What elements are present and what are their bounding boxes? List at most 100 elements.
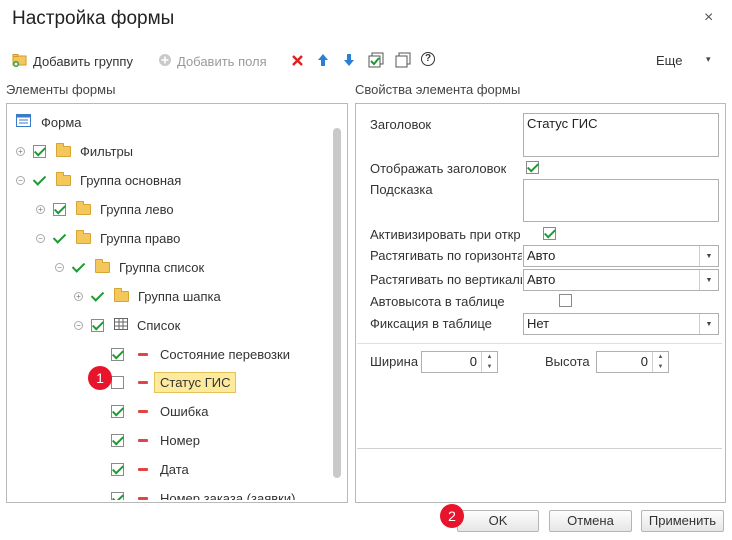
tree-row-number[interactable]: Номер — [111, 428, 200, 452]
plus-circle-icon — [158, 53, 172, 70]
element-checkbox[interactable] — [111, 433, 124, 447]
cancel-button[interactable]: Отмена — [549, 510, 632, 532]
autoheight-label: Автовысота в таблице — [370, 294, 505, 309]
height-spinner[interactable]: ▲ ▼ — [652, 352, 668, 372]
tree-row-main-group[interactable]: − Группа основная — [16, 168, 181, 192]
show-caption-checkbox[interactable] — [526, 161, 539, 174]
width-value: 0 — [469, 354, 477, 369]
autoheight-checkbox[interactable] — [559, 294, 573, 307]
width-spinner[interactable]: ▲ ▼ — [481, 352, 497, 372]
check-icon[interactable] — [90, 287, 105, 302]
folder-icon — [114, 287, 129, 302]
element-checkbox[interactable] — [91, 318, 104, 332]
tree-label: Форма — [41, 114, 82, 130]
dropdown-arrow-icon[interactable]: ▼ — [699, 270, 718, 290]
width-label: Ширина — [370, 354, 419, 369]
tree-row-list-group[interactable]: − Группа список — [55, 255, 204, 279]
close-icon[interactable]: × — [704, 9, 713, 27]
left-panel-title: Элементы формы — [6, 82, 116, 97]
tree-row-filters[interactable]: + Фильтры — [16, 139, 133, 163]
spin-down-icon[interactable]: ▼ — [487, 364, 493, 370]
height-value: 0 — [640, 354, 648, 369]
element-checkbox[interactable] — [111, 491, 124, 500]
tree-row-gis-status[interactable]: Статус ГИС — [111, 370, 237, 394]
tree-row-header-group[interactable]: + Группа шапка — [74, 284, 221, 308]
fix-in-table-select[interactable]: Нет ▼ — [523, 313, 719, 335]
expand-icon[interactable]: + — [74, 291, 83, 301]
folder-icon — [76, 229, 91, 244]
annotation-badge-1: 1 — [88, 366, 112, 390]
add-group-button[interactable]: Добавить группу — [12, 53, 133, 70]
tree-label: Группа шапка — [138, 288, 221, 304]
more-arrow-icon[interactable]: ▾ — [706, 54, 711, 65]
tree-row-error[interactable]: Ошибка — [111, 399, 208, 423]
more-button[interactable]: Еще — [656, 53, 682, 68]
stretch-vertical-select[interactable]: Авто ▼ — [523, 269, 719, 291]
show-caption-label: Отображать заголовок — [370, 161, 507, 176]
check-icon[interactable] — [52, 229, 67, 244]
help-icon[interactable]: ? — [421, 52, 435, 66]
folder-icon — [56, 142, 71, 157]
dropdown-arrow-icon[interactable]: ▼ — [699, 314, 718, 334]
tree-label: Группа основная — [80, 172, 182, 188]
tree-label: Номер — [160, 432, 201, 448]
check-all-icon[interactable] — [368, 52, 384, 71]
activate-checkbox[interactable] — [542, 227, 556, 240]
caption-field[interactable]: Статус ГИС — [523, 113, 719, 157]
element-checkbox[interactable] — [111, 404, 124, 418]
tree-label: Состояние перевозки — [160, 346, 290, 362]
element-checkbox[interactable] — [111, 462, 124, 476]
check-icon[interactable] — [71, 258, 86, 273]
panel-divider — [357, 448, 722, 449]
stretch-horizontal-value: Авто — [527, 248, 556, 263]
expand-icon[interactable]: + — [36, 204, 45, 214]
field-icon — [138, 380, 148, 384]
apply-button[interactable]: Применить — [641, 510, 724, 532]
collapse-icon[interactable]: − — [16, 175, 25, 185]
stretch-horizontal-label: Растягивать по горизонта — [370, 248, 522, 263]
element-checkbox[interactable] — [33, 144, 46, 158]
element-checkbox[interactable] — [53, 202, 66, 216]
add-fields-button-wrap: Добавить поля — [158, 52, 267, 70]
tree-label: Группа список — [119, 259, 205, 275]
tree-clip: Номер заказа (заявки) — [7, 482, 332, 500]
check-icon[interactable] — [32, 171, 47, 186]
hint-field[interactable] — [523, 179, 719, 222]
add-fields-button[interactable]: Добавить поля — [158, 53, 267, 70]
collapse-icon[interactable]: − — [55, 262, 64, 272]
spin-up-icon[interactable]: ▲ — [487, 354, 493, 360]
right-panel-title: Свойства элемента формы — [355, 82, 521, 97]
tree-scrollbar[interactable] — [333, 128, 341, 478]
tree-row-date[interactable]: Дата — [111, 457, 189, 481]
tree-row-list[interactable]: − Список — [74, 313, 180, 337]
props-separator — [357, 343, 722, 344]
add-fields-label: Добавить поля — [177, 53, 267, 69]
fix-in-table-label: Фиксация в таблице — [370, 316, 492, 331]
width-field[interactable]: 0 ▲ ▼ — [421, 351, 498, 373]
element-checkbox[interactable] — [111, 347, 124, 361]
dropdown-arrow-icon[interactable]: ▼ — [699, 246, 718, 266]
expand-icon[interactable]: + — [16, 146, 25, 156]
uncheck-all-icon[interactable] — [395, 52, 411, 71]
tree-row-right-group[interactable]: − Группа право — [36, 226, 180, 250]
delete-icon[interactable] — [291, 54, 304, 70]
tree-label-selected: Статус ГИС — [154, 371, 237, 393]
height-label: Высота — [545, 354, 590, 369]
element-checkbox[interactable] — [111, 375, 124, 389]
tree-row-form[interactable]: Форма — [16, 110, 82, 134]
collapse-icon[interactable]: − — [36, 233, 45, 243]
spin-up-icon[interactable]: ▲ — [658, 354, 664, 360]
activate-label: Активизировать при откр — [370, 227, 521, 242]
tree-row-transport-state[interactable]: Состояние перевозки — [111, 342, 290, 366]
tree-row-order-number[interactable]: Номер заказа (заявки) — [111, 486, 295, 500]
move-up-icon[interactable] — [317, 53, 329, 70]
collapse-icon[interactable]: − — [74, 320, 83, 330]
move-down-icon[interactable] — [343, 53, 355, 70]
ok-button[interactable]: OK — [457, 510, 539, 532]
height-field[interactable]: 0 ▲ ▼ — [596, 351, 669, 373]
tree-row-left-group[interactable]: + Группа лево — [36, 197, 174, 221]
stretch-horizontal-select[interactable]: Авто ▼ — [523, 245, 719, 267]
window-title: Настройка формы — [12, 8, 175, 29]
spin-down-icon[interactable]: ▼ — [658, 364, 664, 370]
tree-label: Дата — [160, 461, 189, 477]
